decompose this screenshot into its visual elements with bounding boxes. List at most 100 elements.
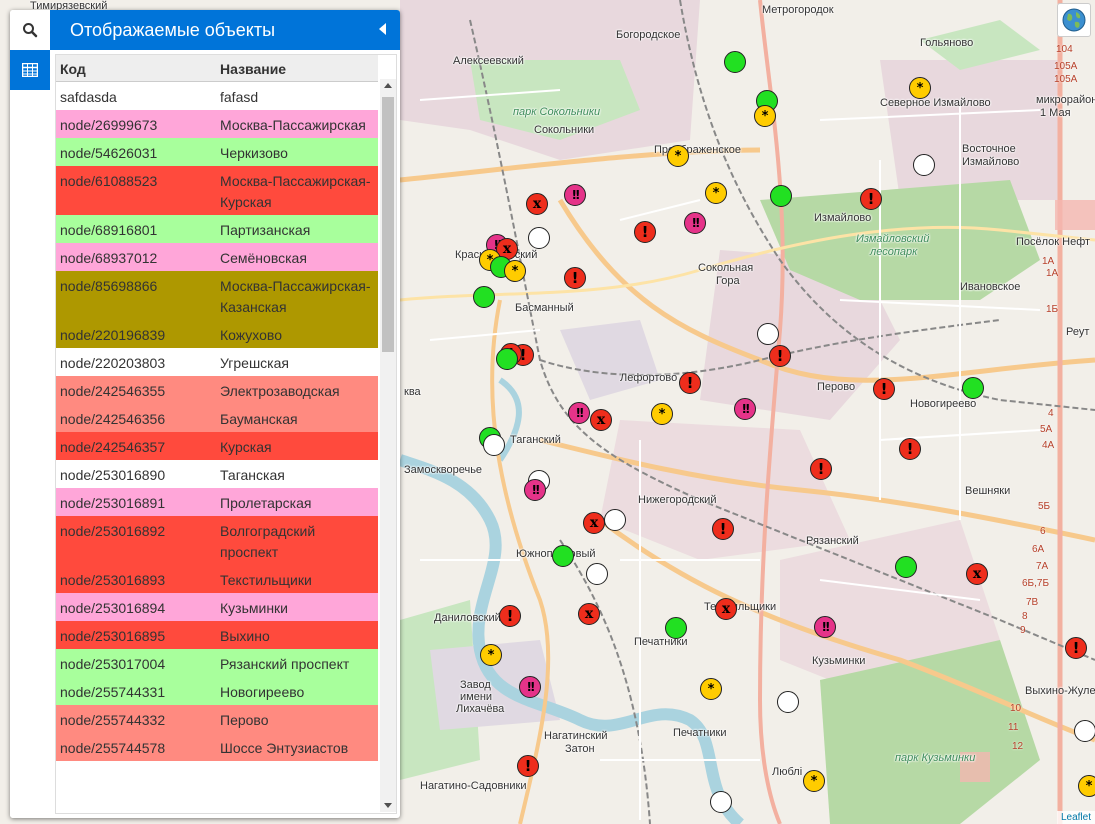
cell-code: node/253016892 (60, 523, 166, 539)
white-station-marker[interactable] (710, 791, 732, 813)
table-row[interactable]: node/253017004 Рязанский проспект (56, 649, 378, 677)
yellow-star-marker[interactable]: * (651, 403, 673, 425)
red-x-marker[interactable]: x (715, 598, 737, 620)
pink-double-exclamation-marker[interactable]: !! (734, 398, 756, 420)
cell-code: node/253016893 (60, 572, 166, 588)
yellow-star-marker[interactable]: * (667, 145, 689, 167)
red-exclamation-marker[interactable]: ! (564, 267, 586, 289)
red-exclamation-marker[interactable]: ! (679, 372, 701, 394)
table-row[interactable]: node/253016893 Текстильщики (56, 565, 378, 593)
scroll-down-icon[interactable] (384, 803, 392, 808)
red-exclamation-marker[interactable]: ! (634, 221, 656, 243)
table-row[interactable]: node/253016890 Таганская (56, 460, 378, 488)
table-row[interactable]: node/242546356 Бауманская (56, 404, 378, 432)
pane-header: Отображаемые объекты (50, 10, 400, 50)
table-row[interactable]: node/253016894 Кузьминки (56, 593, 378, 621)
red-x-marker[interactable]: x (583, 512, 605, 534)
table-row[interactable]: node/61088523 Москва-Пассажирская-Курская (56, 166, 378, 215)
green-station-marker[interactable] (895, 556, 917, 578)
table-row[interactable]: node/26999673 Москва-Пассажирская (56, 110, 378, 138)
table-row[interactable]: node/242546357 Курская (56, 432, 378, 460)
place-label: Вешняки (965, 485, 1011, 497)
table-row[interactable]: node/253016891 Пролетарская (56, 488, 378, 516)
red-exclamation-marker[interactable]: ! (499, 605, 521, 627)
red-exclamation-marker[interactable]: ! (1065, 637, 1087, 659)
cell-code: safdasda (60, 89, 117, 105)
red-x-marker[interactable]: x (590, 409, 612, 431)
column-header-name[interactable]: Название (216, 55, 378, 82)
column-header-code[interactable]: Код (56, 55, 216, 82)
pink-double-exclamation-marker[interactable]: !! (814, 616, 836, 638)
table-row[interactable]: node/68916801 Партизанская (56, 215, 378, 243)
red-exclamation-marker[interactable]: ! (712, 518, 734, 540)
road-number-label: 1Б (1046, 304, 1059, 315)
cell-name: Таганская (220, 467, 285, 483)
yellow-star-marker[interactable]: * (1078, 775, 1095, 797)
table-row[interactable]: node/255744578 Шоссе Энтузиастов (56, 733, 378, 761)
green-station-marker[interactable] (724, 51, 746, 73)
yellow-star-marker[interactable]: * (803, 770, 825, 792)
pink-double-exclamation-marker[interactable]: !! (524, 479, 546, 501)
yellow-star-marker[interactable]: * (700, 678, 722, 700)
red-exclamation-marker[interactable]: ! (860, 188, 882, 210)
attribution-link[interactable]: Leaflet (1056, 811, 1095, 824)
green-station-marker[interactable] (770, 185, 792, 207)
scroll-up-icon[interactable] (384, 83, 392, 88)
green-station-marker[interactable] (665, 617, 687, 639)
objects-table-container[interactable]: Код Название safdasda fafasd node/26999673… (55, 54, 397, 814)
white-station-marker[interactable] (777, 691, 799, 713)
yellow-star-marker[interactable]: * (480, 644, 502, 666)
pink-double-exclamation-marker[interactable]: !! (568, 402, 590, 424)
yellow-star-marker[interactable]: * (754, 105, 776, 127)
cell-code: node/255744578 (60, 740, 166, 756)
table-row[interactable]: node/54626031 Черкизово (56, 138, 378, 166)
green-station-marker[interactable] (552, 545, 574, 567)
green-station-marker[interactable] (473, 286, 495, 308)
yellow-star-marker[interactable]: * (705, 182, 727, 204)
cell-name: Курская (220, 439, 272, 455)
table-row[interactable]: node/68937012 Семёновская (56, 243, 378, 271)
red-x-marker[interactable]: x (526, 193, 548, 215)
place-label: Басманный (515, 302, 574, 314)
white-station-marker[interactable] (757, 323, 779, 345)
scroll-thumb[interactable] (382, 97, 394, 352)
tab-search[interactable] (10, 10, 50, 50)
table-row[interactable]: node/255744331 Новогиреево (56, 677, 378, 705)
road-number-label: 11 (1008, 722, 1019, 733)
white-station-marker[interactable] (586, 563, 608, 585)
table-row[interactable]: node/255744332 Перово (56, 705, 378, 733)
red-exclamation-marker[interactable]: ! (899, 438, 921, 460)
white-station-marker[interactable] (913, 154, 935, 176)
layers-button[interactable] (1057, 3, 1091, 37)
place-label: Даниловский (434, 612, 501, 624)
yellow-star-marker[interactable]: * (504, 260, 526, 282)
pink-double-exclamation-marker[interactable]: !! (519, 676, 541, 698)
scrollbar[interactable] (380, 79, 396, 812)
red-exclamation-marker[interactable]: ! (517, 755, 539, 777)
red-exclamation-marker[interactable]: ! (769, 345, 791, 367)
red-x-marker[interactable]: x (966, 563, 988, 585)
table-row[interactable]: safdasda fafasd (56, 81, 378, 110)
yellow-star-marker[interactable]: * (909, 77, 931, 99)
red-exclamation-marker[interactable]: ! (873, 378, 895, 400)
red-exclamation-marker[interactable]: ! (810, 458, 832, 480)
green-station-marker[interactable] (962, 377, 984, 399)
place-label: Сокольники (534, 124, 595, 136)
table-row[interactable]: node/220196839 Кожухово (56, 320, 378, 348)
white-station-marker[interactable] (604, 509, 626, 531)
pink-double-exclamation-marker[interactable]: !! (684, 212, 706, 234)
tab-table[interactable] (10, 50, 50, 90)
cell-name: Москва-Пассажирская-Курская (220, 173, 371, 210)
white-station-marker[interactable] (483, 434, 505, 456)
white-station-marker[interactable] (1074, 720, 1095, 742)
collapse-icon[interactable] (379, 23, 386, 35)
red-x-marker[interactable]: x (578, 603, 600, 625)
table-row[interactable]: node/85698866 Москва-Пассажирская-Казанск… (56, 271, 378, 320)
green-station-marker[interactable] (496, 348, 518, 370)
table-row[interactable]: node/220203803 Угрешская (56, 348, 378, 376)
pink-double-exclamation-marker[interactable]: !! (564, 184, 586, 206)
white-station-marker[interactable] (528, 227, 550, 249)
table-row[interactable]: node/242546355 Электрозаводская (56, 376, 378, 404)
table-row[interactable]: node/253016892 Волгоградский проспект (56, 516, 378, 565)
table-row[interactable]: node/253016895 Выхино (56, 621, 378, 649)
